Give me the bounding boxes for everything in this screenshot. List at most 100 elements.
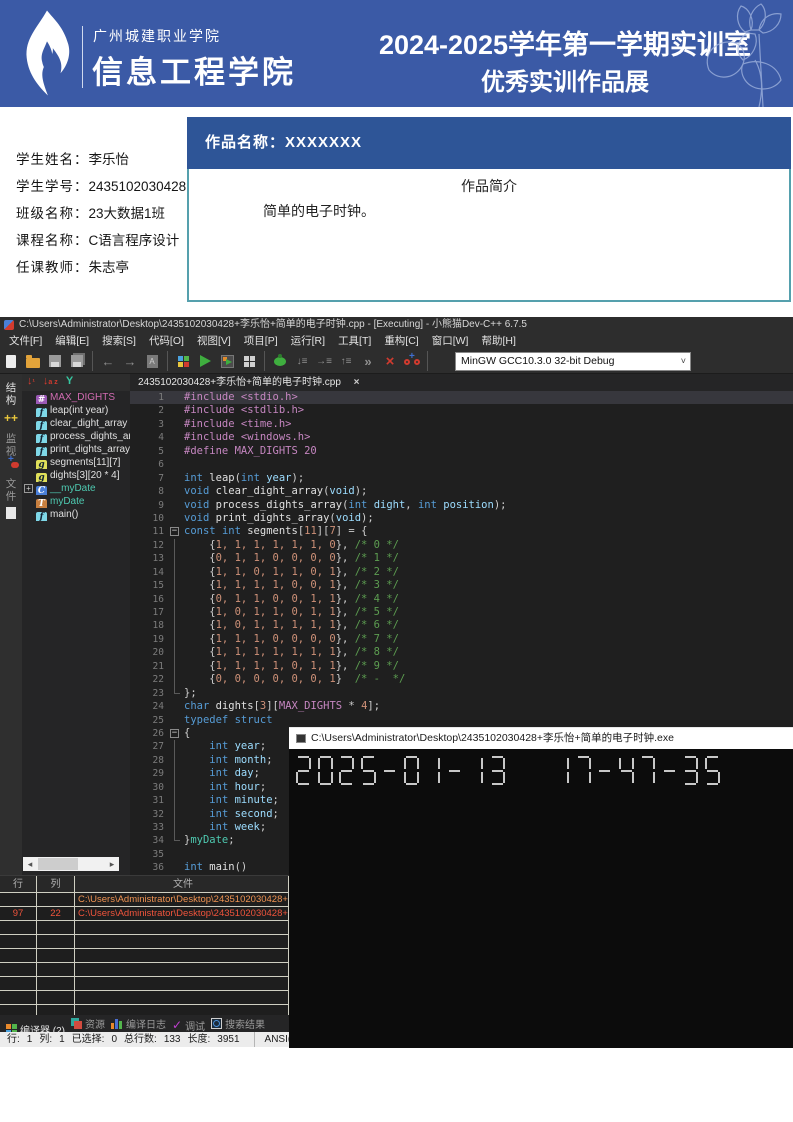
expand-icon[interactable]: + — [24, 484, 33, 493]
inheritance-icon[interactable]: Y — [66, 374, 73, 389]
code-token: week — [235, 821, 260, 833]
code-text: #define MAX_DIGHTS 20 — [184, 445, 317, 458]
tree-item[interactable]: gdights[3][20 * 4] — [22, 469, 130, 482]
toolbar-button-step-into[interactable]: →≡ — [313, 350, 335, 372]
side-tab-监视[interactable]: 监视 — [0, 433, 22, 470]
side-tab-结构[interactable]: 结构++ — [0, 382, 22, 425]
code-token: #include <stdlib.h> — [184, 404, 304, 416]
tree-item[interactable]: #MAX_DIGHTS — [22, 391, 130, 404]
menu-item[interactable]: 代码[O] — [149, 333, 184, 349]
fold-guide-end — [174, 687, 180, 694]
scroll-left-icon[interactable]: ◂ — [23, 857, 37, 871]
editor-tab[interactable]: 2435102030428+李乐怡+简单的电子时钟.cpp × — [132, 374, 366, 391]
menu-item[interactable]: 工具[T] — [338, 333, 371, 349]
message-row[interactable]: C:\Users\Administrator\Desktop\243510203… — [0, 893, 289, 907]
code-text: {1, 0, 1, 1, 0, 1, 1}, /* 5 */ — [184, 606, 399, 619]
code-token — [184, 754, 209, 766]
bottom-tab-search-results[interactable]: 搜索结果 — [211, 1015, 265, 1032]
compiler-profile-select[interactable]: MinGW GCC10.3.0 32-bit Debug ˅ — [455, 352, 691, 371]
toolbar-button-run[interactable] — [194, 350, 216, 372]
menu-item[interactable]: 帮助[H] — [481, 333, 515, 349]
toolbar-button-find-in-files[interactable]: A — [141, 350, 163, 372]
toolbar-button-new-file[interactable] — [0, 350, 22, 372]
student-info-row: 学生学号：2435102030428 — [16, 175, 186, 202]
segment — [664, 770, 675, 772]
code-token: /* 1 */ — [355, 552, 399, 564]
toolbar-button-save[interactable] — [44, 350, 66, 372]
toolbar-button-back-arrow[interactable]: ← — [97, 350, 119, 372]
code-line: 12 {1, 1, 1, 1, 1, 1, 0}, /* 0 */ — [130, 539, 793, 552]
fold-guide — [174, 754, 175, 767]
segment — [653, 772, 655, 783]
side-tab-文件[interactable]: 文件 — [0, 478, 22, 519]
tree-item[interactable]: +C__myDate — [22, 482, 130, 495]
tree-item[interactable]: fmain() — [22, 508, 130, 521]
tree-item[interactable]: fleap(int year) — [22, 404, 130, 417]
code-token: ); — [494, 499, 507, 511]
toolbar-button-save-all[interactable] — [66, 350, 88, 372]
menu-item[interactable]: 窗口[W] — [432, 333, 469, 349]
line-number: 1 — [130, 391, 164, 404]
toolbar-button-forward-arrow[interactable]: → — [119, 350, 141, 372]
tree-item[interactable]: TmyDate — [22, 495, 130, 508]
scroll-right-icon[interactable]: ▸ — [105, 857, 119, 871]
tree-item[interactable]: fprocess_dights_array — [22, 430, 130, 443]
fold-toggle-icon[interactable]: − — [170, 729, 179, 738]
code-token: leap — [209, 472, 234, 484]
fold-guide — [174, 539, 175, 552]
bottom-tab-label: 资源 — [85, 1016, 105, 1031]
toolbar-button-continue[interactable]: » — [357, 350, 379, 372]
toolbar-button-step-over[interactable]: ↓≡ — [291, 350, 313, 372]
global-var-icon: g — [36, 473, 47, 482]
fold-toggle-icon[interactable]: − — [170, 527, 179, 536]
toolbar-button-compile-run[interactable] — [216, 350, 238, 372]
class-browser-panel: #MAX_DIGHTSfleap(int year)fclear_dight_a… — [22, 391, 130, 875]
bottom-tab-debug[interactable]: ✓调试 — [172, 1017, 205, 1033]
message-row[interactable]: 9722C:\Users\Administrator\Desktop\24351… — [0, 907, 289, 921]
menu-item[interactable]: 编辑[E] — [55, 333, 89, 349]
code-line: 20 {1, 1, 1, 1, 1, 1, 1}, /* 8 */ — [130, 646, 793, 659]
code-token: #define MAX_DIGHTS 20 — [184, 445, 317, 457]
menu-item[interactable]: 文件[F] — [9, 333, 42, 349]
code-token: * — [342, 700, 361, 712]
code-token: 1, 0, 1, 1, 1, 1, 1 — [216, 619, 336, 631]
menu-item[interactable]: 视图[V] — [197, 333, 231, 349]
code-token: 1, 1, 1, 0, 0, 0, 0 — [216, 633, 336, 645]
clock-digit — [447, 756, 462, 785]
close-icon[interactable]: × — [354, 374, 360, 391]
code-token: hour — [235, 781, 260, 793]
toolbar-button-rebuild[interactable] — [238, 350, 260, 372]
line-number: 32 — [130, 808, 164, 821]
bottom-tab-resources[interactable]: 资源 — [71, 1015, 105, 1032]
tree-item[interactable]: gsegments[11][7] — [22, 456, 130, 469]
student-info-label: 学生姓名： — [16, 152, 89, 167]
menu-item[interactable]: 搜索[S] — [102, 333, 136, 349]
line-number: 31 — [130, 794, 164, 807]
toolbar-button-stop[interactable]: × — [379, 350, 401, 372]
save-icon — [49, 355, 61, 367]
menu-item[interactable]: 重构[C] — [384, 333, 418, 349]
bottom-tab-compile-log[interactable]: 编译日志 — [111, 1015, 166, 1032]
toolbar-button-profiler[interactable] — [401, 350, 423, 372]
search-results-icon — [211, 1018, 222, 1029]
fold-column — [168, 660, 182, 673]
horizontal-scrollbar[interactable]: ◂ ▸ — [23, 857, 119, 871]
sort-alpha-icon[interactable]: ↓a z — [43, 374, 58, 390]
tree-item[interactable]: fprint_dights_array — [22, 443, 130, 456]
sort-by-type-icon[interactable]: ↓¹ — [27, 374, 35, 390]
tree-item[interactable]: fclear_dight_array — [22, 417, 130, 430]
toolbar-button-step-out[interactable]: ↑≡ — [335, 350, 357, 372]
scrollbar-thumb[interactable] — [38, 858, 78, 870]
bottom-tab-label: 编译日志 — [126, 1016, 166, 1031]
fold-guide — [174, 673, 175, 686]
code-token: /* 9 */ — [355, 660, 399, 672]
menu-item[interactable]: 运行[R] — [291, 333, 325, 349]
toolbar-button-debug[interactable] — [269, 350, 291, 372]
console-window[interactable]: C:\Users\Administrator\Desktop\243510203… — [289, 727, 793, 1047]
toolbar-button-open-folder[interactable] — [22, 350, 44, 372]
menu-item[interactable]: 项目[P] — [244, 333, 278, 349]
console-titlebar[interactable]: C:\Users\Administrator\Desktop\243510203… — [289, 728, 793, 749]
struct-icon: C — [36, 486, 47, 495]
toolbar-button-compile[interactable] — [172, 350, 194, 372]
bottom-tab-compiler[interactable]: 编译器 (2) — [6, 1021, 65, 1032]
